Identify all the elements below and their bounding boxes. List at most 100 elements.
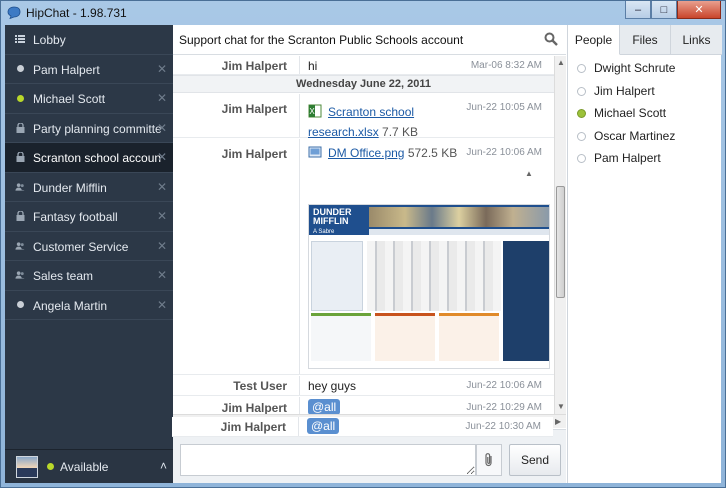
sidebar-item-label: Angela Martin <box>33 298 108 313</box>
attach-file-button[interactable] <box>476 444 502 476</box>
sidebar-item-label: Scranton school account <box>33 151 161 165</box>
person-name: Michael Scott <box>594 106 667 120</box>
person-name: Pam Halpert <box>594 151 661 165</box>
avatar[interactable] <box>16 456 38 478</box>
sidebar-item-michael-scott[interactable]: Michael Scott ✕ <box>5 84 173 114</box>
sidebar-item-label: Sales team <box>33 269 94 283</box>
message-sender: Jim Halpert <box>221 102 287 116</box>
person-name: Dwight Schrute <box>594 61 676 75</box>
message-time: Jun-22 10:30 AM <box>465 421 541 432</box>
close-room-icon[interactable]: ✕ <box>157 121 167 135</box>
close-room-icon[interactable]: ✕ <box>157 150 167 164</box>
list-item-person[interactable]: Michael Scott <box>568 102 722 125</box>
vertical-scrollbar[interactable]: ▲ ▼ <box>554 56 566 414</box>
person-name: Oscar Martinez <box>594 128 676 143</box>
app-window: HipChat - 1.98.731 – □ ✕ Lobby Pam Halpe… <box>0 0 726 488</box>
mention-badge[interactable]: @all <box>307 418 340 434</box>
message-row: Jim Halpert hi Mar-06 8:32 AM <box>173 56 554 75</box>
presence-dot-icon <box>15 93 25 103</box>
status-label: Available <box>60 460 109 474</box>
message-input[interactable] <box>180 444 476 476</box>
list-icon <box>15 34 25 44</box>
sidebar-item-label: Pam Halpert <box>33 62 100 77</box>
sidebar-item-label: Party planning committee <box>33 121 161 136</box>
sidebar-item-label: Michael Scott <box>33 92 106 106</box>
list-item-person[interactable]: Pam Halpert <box>568 147 722 170</box>
file-link[interactable]: DM Office.png <box>328 146 404 160</box>
image-preview[interactable]: DUNDER MIFFLIN A Sabre <box>308 204 550 369</box>
send-button[interactable]: Send <box>509 444 561 476</box>
message-time: Mar-06 8:32 AM <box>470 60 542 71</box>
close-room-icon[interactable]: ✕ <box>157 268 167 282</box>
collapse-preview-icon[interactable]: ▲ <box>525 169 533 178</box>
list-item-person[interactable]: Jim Halpert <box>568 80 722 103</box>
lock-icon <box>15 211 25 221</box>
message-time: Jun-22 10:06 AM <box>466 147 542 158</box>
message-sender: Jim Halpert <box>220 420 286 434</box>
chat-header: Support chat for the Scranton Public Sch… <box>173 25 566 55</box>
preview-logo: DUNDER MIFFLIN A Sabre <box>313 207 352 236</box>
roster-tabs: People Files Links <box>568 25 722 55</box>
people-list: Dwight Schrute Jim Halpert Michael Scott… <box>568 57 722 170</box>
close-room-icon[interactable]: ✕ <box>157 209 167 223</box>
sidebar-item-party-planning-committee[interactable]: Party planning committee ✕ <box>5 114 173 143</box>
sidebar-item-fantasy-football[interactable]: Fantasy football ✕ <box>5 202 173 232</box>
available-status-icon <box>47 463 54 470</box>
chat-panel: Support chat for the Scranton Public Sch… <box>173 25 566 483</box>
sidebar-item-label: Customer Service <box>33 239 129 254</box>
presence-offline-icon <box>577 86 586 96</box>
status-bar[interactable]: Available ˄ <box>5 449 173 483</box>
scroll-thumb[interactable] <box>556 186 565 298</box>
presence-offline-icon <box>577 64 586 73</box>
close-room-icon[interactable]: ✕ <box>157 239 167 253</box>
scroll-right-icon[interactable]: ▶ <box>555 417 561 426</box>
tab-people[interactable]: People <box>568 25 620 55</box>
close-window-button[interactable]: ✕ <box>677 1 721 19</box>
sidebar-item-scranton-school-account[interactable]: Scranton school account ✕ <box>5 143 173 173</box>
minimize-button[interactable]: – <box>625 1 651 19</box>
sidebar-item-label: Dunder Mifflin <box>33 180 107 195</box>
sidebar-item-label: Lobby <box>33 33 66 47</box>
list-item-person[interactable]: Dwight Schrute <box>568 57 722 80</box>
file-link-continued[interactable]: research.xlsx <box>308 125 379 139</box>
message-time: Jun-22 10:06 AM <box>466 380 542 391</box>
message-time: Jun-22 10:05 AM <box>466 102 542 113</box>
tab-files[interactable]: Files <box>620 25 671 55</box>
message-sender: Jim Halpert <box>221 147 287 161</box>
roster-panel: People Files Links Dwight Schrute Jim Ha… <box>567 25 722 483</box>
room-list: Lobby Pam Halpert ✕ Michael Scott ✕ Part… <box>5 25 173 320</box>
presence-available-icon <box>577 109 586 118</box>
message-sender: Jim Halpert <box>221 59 287 73</box>
svg-text:X: X <box>309 107 315 116</box>
sidebar-item-angela-martin[interactable]: Angela Martin ✕ <box>5 291 173 320</box>
sidebar-item-dunder-mifflin[interactable]: Dunder Mifflin ✕ <box>5 173 173 202</box>
close-room-icon[interactable]: ✕ <box>157 62 167 76</box>
sidebar-item-customer-service[interactable]: Customer Service ✕ <box>5 232 173 261</box>
message-text: hi <box>308 59 318 73</box>
window-controls: – □ ✕ <box>625 1 721 19</box>
person-name: Jim Halpert <box>594 83 655 98</box>
list-item-person[interactable]: Oscar Martinez <box>568 125 722 148</box>
file-link[interactable]: Scranton school <box>328 105 414 119</box>
title-bar[interactable]: HipChat - 1.98.731 – □ ✕ <box>1 1 725 25</box>
sidebar-item-pam-halpert[interactable]: Pam Halpert ✕ <box>5 55 173 84</box>
window-title: HipChat - 1.98.731 <box>26 6 127 20</box>
scroll-down-icon[interactable]: ▼ <box>557 402 565 411</box>
chevron-up-icon[interactable]: ˄ <box>160 459 167 473</box>
message-sender: Jim Halpert <box>221 401 287 414</box>
message-time: Jun-22 10:29 AM <box>466 402 542 413</box>
close-room-icon[interactable]: ✕ <box>157 298 167 312</box>
mention-badge[interactable]: @all <box>308 399 341 414</box>
maximize-button[interactable]: □ <box>651 1 677 19</box>
message-row: Jim Halpert @all Jun-22 10:29 AM <box>173 397 554 414</box>
sidebar-item-lobby[interactable]: Lobby <box>5 25 173 55</box>
tab-links[interactable]: Links <box>671 25 722 55</box>
close-room-icon[interactable]: ✕ <box>157 180 167 194</box>
sidebar-item-sales-team[interactable]: Sales team ✕ <box>5 261 173 291</box>
message-text: hey guys <box>308 379 357 393</box>
message-sender: Test User <box>233 379 287 393</box>
close-room-icon[interactable]: ✕ <box>157 91 167 105</box>
message-history[interactable]: Jim Halpert hi Mar-06 8:32 AM Wednesday … <box>173 56 554 414</box>
scroll-up-icon[interactable]: ▲ <box>557 58 565 67</box>
search-icon[interactable] <box>544 32 558 46</box>
